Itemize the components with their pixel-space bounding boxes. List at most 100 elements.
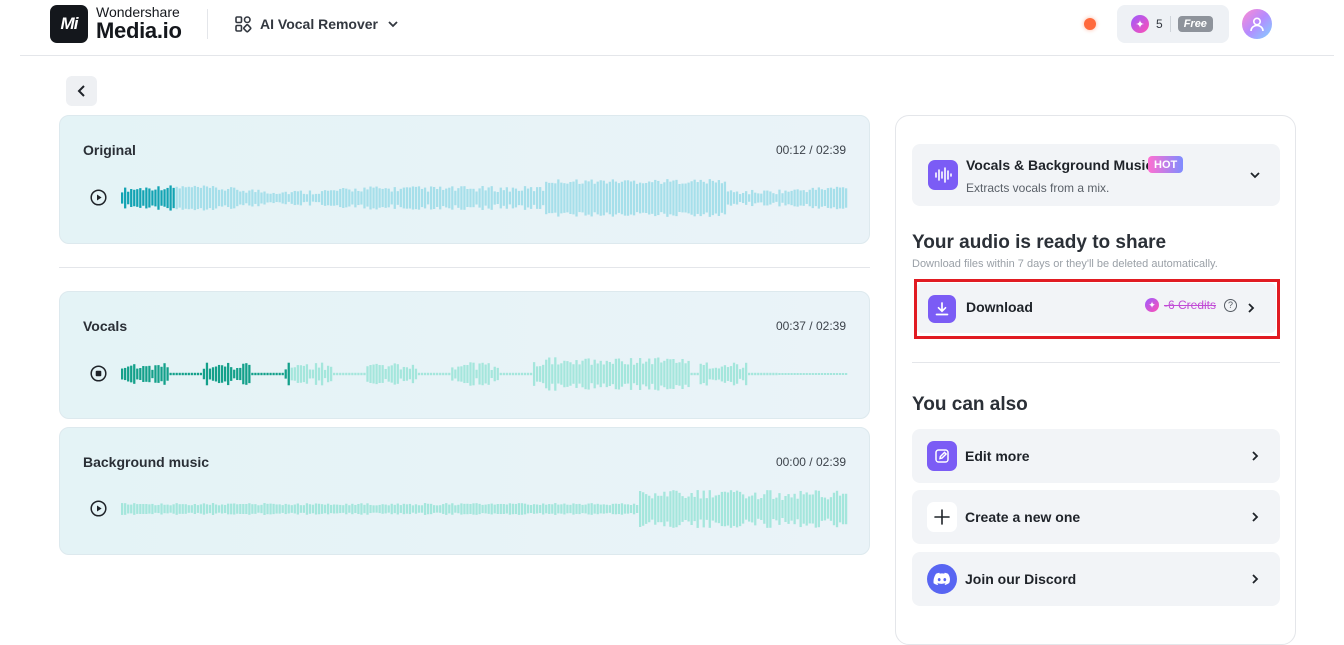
waveform-bar (796, 373, 799, 375)
waveform-bar (381, 188, 384, 208)
waveform-bar (381, 504, 384, 514)
waveform-bar (605, 183, 608, 213)
waveform-bar (660, 362, 663, 386)
waveform-bar (523, 372, 527, 376)
waveform-bar (754, 492, 757, 526)
waveform-bar (642, 183, 645, 213)
waveform-bar (820, 373, 824, 375)
waveform-bar (163, 363, 166, 385)
waveform-bar (493, 504, 496, 514)
waveform-bar (348, 189, 351, 207)
waveform-bar (763, 372, 766, 376)
waveform-bar (202, 503, 206, 515)
waveform-bar (354, 504, 357, 514)
waveform-bar (251, 504, 254, 514)
waveform-bar (729, 490, 733, 528)
waveform-bar (738, 369, 742, 379)
waveform-bar (778, 373, 781, 375)
waveform-bar (529, 187, 533, 209)
waveform-bar (663, 182, 666, 214)
waveform-bar (566, 183, 569, 213)
avatar[interactable] (1242, 9, 1272, 39)
waveform-bar (587, 181, 590, 215)
waveform-bar (702, 490, 705, 528)
waveform-bar (257, 505, 260, 513)
waveform-bar (490, 369, 493, 379)
waveform[interactable] (121, 178, 848, 218)
waveform-bar (408, 503, 412, 515)
waveform-bar (175, 186, 178, 210)
waveform-bar (499, 187, 502, 209)
waveform-bar (523, 186, 527, 210)
notification-dot[interactable] (1084, 18, 1096, 30)
waveform-bar (675, 179, 678, 217)
tool-switcher[interactable]: AI Vocal Remover (234, 14, 400, 34)
mode-selector[interactable]: Vocals & Background Music HOT Extracts v… (912, 144, 1280, 206)
waveform-bar (669, 359, 672, 389)
back-button[interactable] (66, 76, 97, 106)
waveform-bar (714, 182, 717, 214)
waveform-bar (220, 365, 224, 383)
edit-more-button[interactable]: Edit more (912, 429, 1280, 483)
waveform-bar (499, 372, 502, 376)
waveform-bar (290, 505, 293, 513)
waveform-bar (626, 364, 630, 384)
waveform-bar (611, 503, 614, 515)
create-new-button[interactable]: Create a new one (912, 490, 1280, 544)
credits-pill[interactable]: ✦ 5 Free (1117, 5, 1229, 43)
waveform-bar (429, 503, 433, 515)
waveform-bar (808, 373, 811, 375)
waveform-bar (654, 493, 657, 525)
waveform-bar (393, 363, 396, 385)
waveform-bar (199, 187, 203, 209)
option-label: Edit more (965, 448, 1030, 464)
waveform-bar (166, 367, 169, 381)
waveform-bar (811, 187, 814, 209)
play-icon[interactable] (90, 189, 107, 206)
waveform-bar (145, 366, 148, 382)
track-time: 00:37 / 02:39 (775, 319, 846, 333)
waveform-bar (517, 503, 521, 515)
stop-icon[interactable] (90, 365, 107, 382)
play-icon[interactable] (90, 500, 107, 517)
join-discord-button[interactable]: Join our Discord (912, 552, 1280, 606)
waveform-bar (611, 363, 614, 385)
waveform-bar (638, 491, 642, 527)
waveform-bar (211, 186, 215, 210)
waveform-bar (378, 365, 381, 383)
waveform-bar (336, 190, 339, 206)
waveform[interactable] (121, 489, 848, 529)
waveform-bar (745, 362, 748, 386)
waveform-bar (590, 503, 593, 515)
brand-name[interactable]: Wondershare Media.io (96, 5, 182, 42)
waveform-bar (645, 361, 648, 387)
waveform-bar (145, 504, 148, 514)
waveform-bar (420, 188, 424, 208)
brand-logo-icon[interactable]: Mi (50, 5, 88, 43)
waveform-bar (790, 190, 793, 206)
waveform-bar (384, 504, 387, 514)
waveform-bar (748, 194, 751, 202)
waveform-bar (227, 503, 230, 515)
waveform-bar (290, 192, 293, 204)
waveform-bar (426, 372, 430, 376)
waveform-bar (251, 189, 254, 207)
waveform-bar (402, 503, 405, 515)
edit-icon (927, 441, 957, 471)
waveform-bar (593, 504, 596, 514)
waveform-bar (708, 179, 711, 217)
waveform-bar (608, 362, 611, 386)
waveform-bar (557, 504, 560, 514)
waveform-bar (245, 363, 248, 385)
waveform-bar (302, 193, 306, 203)
waveform-bar (520, 372, 524, 376)
waveform-bar (793, 373, 796, 375)
waveform-bar (651, 498, 654, 520)
waveform-bar (133, 189, 136, 207)
waveform-bar (472, 503, 475, 515)
waveform-bar (611, 179, 614, 217)
waveform[interactable] (121, 354, 848, 394)
waveform-bar (390, 191, 393, 205)
waveform-bar (511, 372, 515, 376)
waveform-bar (811, 494, 814, 524)
